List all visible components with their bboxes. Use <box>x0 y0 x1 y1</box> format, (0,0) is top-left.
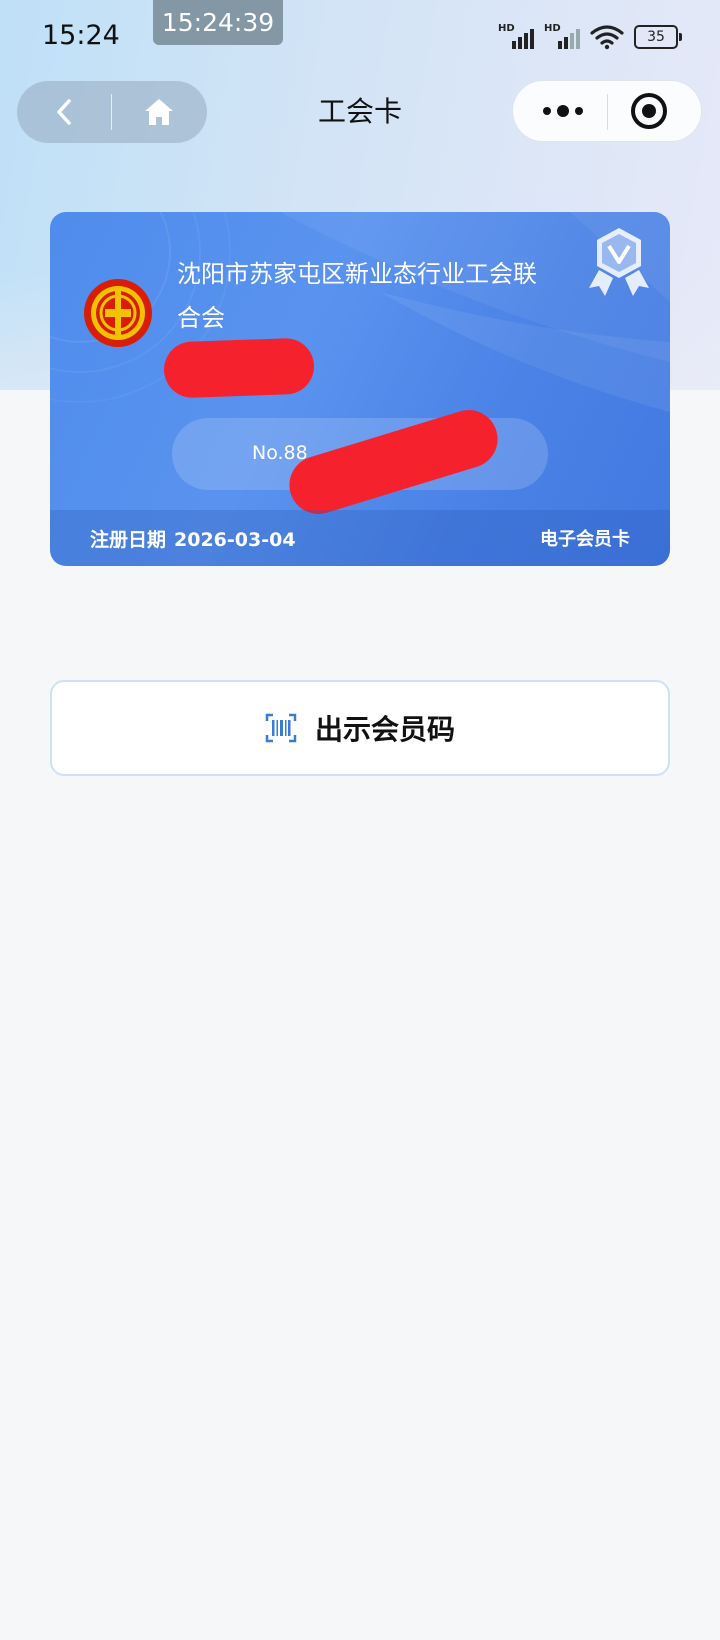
union-member-card: 沈阳市苏家屯区新业态行业工会联合会 No.88 注册日期 2026-03-04 电… <box>50 212 670 566</box>
trade-union-emblem-icon <box>84 279 152 347</box>
nav-divider <box>607 94 608 130</box>
clock-overlay: 15:24:39 <box>153 0 283 45</box>
show-member-code-button[interactable]: 出示会员码 <box>50 680 670 776</box>
member-number: No.88 <box>252 442 308 464</box>
more-dots-icon[interactable] <box>533 93 593 129</box>
signal-icon: HD <box>544 23 580 51</box>
register-date-row: 注册日期 2026-03-04 <box>90 525 296 552</box>
status-icons: HD HD 35 <box>498 22 682 52</box>
signal-icon: HD <box>498 23 534 51</box>
show-member-code-label: 出示会员码 <box>314 713 455 746</box>
barcode-scan-icon <box>265 713 297 743</box>
verified-v-badge-icon <box>589 228 649 296</box>
wifi-icon <box>590 25 624 50</box>
card-footer: 注册日期 2026-03-04 电子会员卡 <box>50 510 670 566</box>
status-time: 15:24 <box>42 20 120 51</box>
target-close-icon[interactable] <box>629 91 669 131</box>
redacted-member-name <box>163 337 315 399</box>
card-type-label: 电子会员卡 <box>540 529 630 550</box>
organization-name: 沈阳市苏家屯区新业态行业工会联合会 <box>177 260 537 332</box>
register-date-label: 注册日期 <box>90 529 167 551</box>
nav-capsule-right <box>512 80 702 142</box>
battery-indicator: 35 <box>634 25 682 49</box>
register-date-value: 2026-03-04 <box>174 529 296 551</box>
